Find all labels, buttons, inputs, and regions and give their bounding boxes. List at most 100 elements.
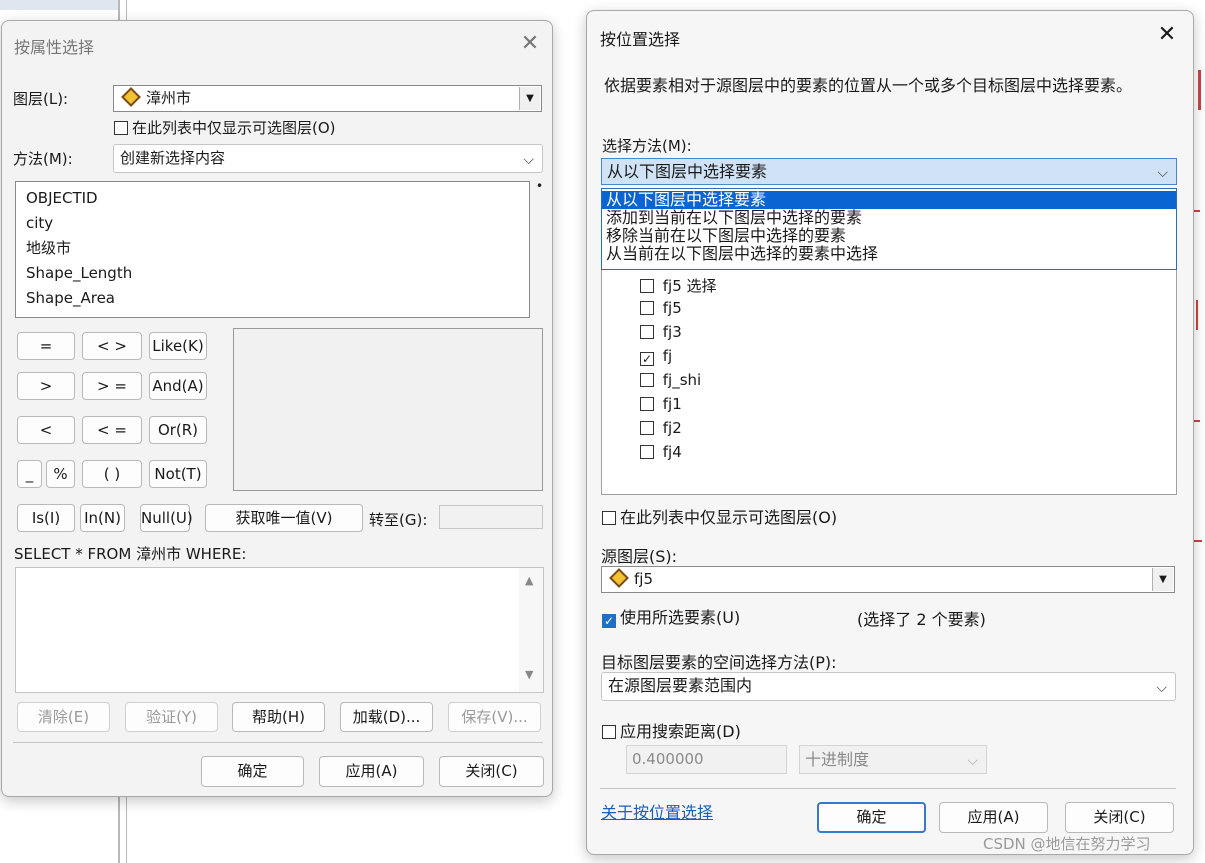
target-layer-item[interactable]: ✓ fj xyxy=(640,347,672,366)
method-select-value: 创建新选择内容 xyxy=(120,149,226,167)
scroll-up-icon[interactable]: ▲ xyxy=(525,574,533,587)
method-dropdown-list[interactable]: 从以下图层中选择要素 添加到当前在以下图层中选择的要素 移除当前在以下图层中选择… xyxy=(601,188,1177,270)
layer-select[interactable]: 漳州市 ▼ xyxy=(113,85,542,112)
field-item[interactable]: Shape_Length xyxy=(16,261,529,286)
and-button[interactable]: And(A) xyxy=(149,372,207,400)
source-layer-label: 源图层(S): xyxy=(601,547,678,566)
scroll-down-icon[interactable]: ▼ xyxy=(525,668,533,681)
method-option[interactable]: 移除当前在以下图层中选择的要素 xyxy=(602,227,1176,245)
about-link[interactable]: 关于按位置选择 xyxy=(601,799,713,823)
parentheses-button[interactable]: ( ) xyxy=(82,460,142,488)
or-button[interactable]: Or(R) xyxy=(149,416,207,444)
distance-unit-select[interactable]: 十进制度 ⌵ xyxy=(799,745,987,774)
less-button[interactable]: < xyxy=(17,416,75,444)
chevron-down-icon[interactable]: ⌵ xyxy=(1157,161,1168,186)
ok-button[interactable]: 确定 xyxy=(817,802,926,833)
save-button[interactable]: 保存(V)... xyxy=(448,702,541,732)
target-layer-item[interactable]: fj5 选择 xyxy=(640,275,717,296)
in-button[interactable]: In(N) xyxy=(80,504,125,532)
help-button[interactable]: 帮助(H) xyxy=(232,702,325,732)
checkmark-icon[interactable]: ✓ xyxy=(640,352,654,366)
method-option[interactable]: 从当前在以下图层中选择的要素中选择 xyxy=(602,245,1176,263)
target-layer-name: fj xyxy=(662,347,673,365)
method-label: 选择方法(M): xyxy=(602,137,692,155)
only-selectable-checkbox[interactable]: 在此列表中仅显示可选图层(O) xyxy=(602,504,837,528)
greater-button[interactable]: > xyxy=(17,372,75,400)
target-layer-name: fj1 xyxy=(662,395,682,413)
not-equals-button[interactable]: < > xyxy=(82,332,142,360)
target-layer-item[interactable]: fj2 xyxy=(640,419,682,437)
checkbox-box[interactable] xyxy=(640,445,654,459)
only-selectable-checkbox[interactable]: 在此列表中仅显示可选图层(O) xyxy=(114,117,336,138)
apply-button[interactable]: 应用(A) xyxy=(939,802,1048,833)
map-feature-mark xyxy=(1196,300,1198,330)
get-unique-values-button[interactable]: 获取唯一值(V) xyxy=(205,504,363,532)
unique-values-list[interactable] xyxy=(233,328,543,491)
layer-label: 图层(L): xyxy=(13,90,69,108)
percent-button[interactable]: % xyxy=(46,460,75,488)
checkbox-box[interactable] xyxy=(640,421,654,435)
greater-equal-button[interactable]: > = xyxy=(82,372,142,400)
dialog-title: 按位置选择 xyxy=(600,30,681,49)
background-panel xyxy=(0,0,118,10)
sql-scrollbar[interactable]: ▲ ▼ xyxy=(519,568,543,692)
only-selectable-label: 在此列表中仅显示可选图层(O) xyxy=(620,508,838,527)
target-layer-item[interactable]: fj4 xyxy=(640,443,682,461)
target-layer-item[interactable]: fj1 xyxy=(640,395,682,413)
load-button[interactable]: 加载(D)... xyxy=(340,702,433,732)
close-button[interactable]: 关闭(C) xyxy=(439,756,544,787)
goto-input[interactable] xyxy=(439,505,543,529)
checkbox-box[interactable] xyxy=(640,325,654,339)
checkbox-box[interactable] xyxy=(640,279,654,293)
search-distance-checkbox[interactable]: 应用搜索距离(D) xyxy=(602,718,741,742)
method-option[interactable]: 从以下图层中选择要素 xyxy=(602,191,1176,209)
verify-button[interactable]: 验证(Y) xyxy=(125,702,218,732)
source-layer-select[interactable]: fj5 ▼ xyxy=(601,566,1175,593)
ok-button[interactable]: 确定 xyxy=(201,756,304,787)
target-layer-item[interactable]: fj3 xyxy=(640,323,682,341)
method-option[interactable]: 添加到当前在以下图层中选择的要素 xyxy=(602,209,1176,227)
method-select[interactable]: 创建新选择内容 ⌵ xyxy=(113,144,543,173)
underscore-button[interactable]: _ xyxy=(17,460,42,488)
field-item[interactable]: 地级市 xyxy=(16,236,529,261)
field-item[interactable]: city xyxy=(16,211,529,236)
target-layer-item[interactable]: fj5 xyxy=(640,299,682,317)
distance-input[interactable]: 0.400000 xyxy=(626,745,787,774)
field-item[interactable]: Shape_Area xyxy=(16,286,529,311)
close-button[interactable]: 关闭(C) xyxy=(1065,802,1174,833)
less-equal-button[interactable]: < = xyxy=(82,416,142,444)
checkbox-box[interactable] xyxy=(640,301,654,315)
target-layer-item[interactable]: fj_shi xyxy=(640,371,701,389)
chevron-down-icon[interactable]: ⌵ xyxy=(1156,675,1167,701)
close-icon[interactable]: ✕ xyxy=(1155,24,1179,48)
checkbox-box[interactable] xyxy=(640,373,654,387)
checkbox-box[interactable] xyxy=(602,511,616,525)
checkbox-box[interactable] xyxy=(640,397,654,411)
scroll-dot: • xyxy=(536,179,544,193)
field-item[interactable]: OBJECTID xyxy=(16,186,529,211)
use-selected-checkbox[interactable]: ✓ 使用所选要素(U) xyxy=(602,604,740,628)
sql-expression-box[interactable]: ▲ ▼ xyxy=(15,567,544,693)
null-button[interactable]: Null(U) xyxy=(140,504,193,532)
target-layer-name: fj2 xyxy=(662,419,682,437)
chevron-down-icon[interactable]: ⌵ xyxy=(523,147,534,173)
select-by-location-dialog: 按位置选择 ✕ 依据要素相对于源图层中的要素的位置从一个或多个目标图层中选择要素… xyxy=(586,10,1194,855)
method-select[interactable]: 从以下图层中选择要素 ⌵ xyxy=(601,158,1177,185)
checkbox-box[interactable] xyxy=(602,725,616,739)
checkmark-icon[interactable]: ✓ xyxy=(602,614,616,628)
target-layer-name: fj5 选择 xyxy=(662,277,717,295)
equals-button[interactable]: = xyxy=(17,332,75,360)
goto-label: 转至(G): xyxy=(369,511,428,529)
chevron-down-icon[interactable]: ▼ xyxy=(1152,568,1173,591)
checkbox-box[interactable] xyxy=(114,121,128,135)
clear-button[interactable]: 清除(E) xyxy=(17,702,110,732)
layer-diamond-icon xyxy=(121,87,141,107)
apply-button[interactable]: 应用(A) xyxy=(319,756,424,787)
chevron-down-icon[interactable]: ▼ xyxy=(519,87,540,110)
like-button[interactable]: Like(K) xyxy=(149,332,207,360)
close-icon[interactable]: ✕ xyxy=(518,33,542,57)
spatial-method-select[interactable]: 在源图层要素范围内 ⌵ xyxy=(601,672,1176,701)
is-button[interactable]: Is(I) xyxy=(17,504,75,532)
field-list[interactable]: OBJECTID city 地级市 Shape_Length Shape_Are… xyxy=(15,181,530,318)
not-button[interactable]: Not(T) xyxy=(149,460,207,488)
